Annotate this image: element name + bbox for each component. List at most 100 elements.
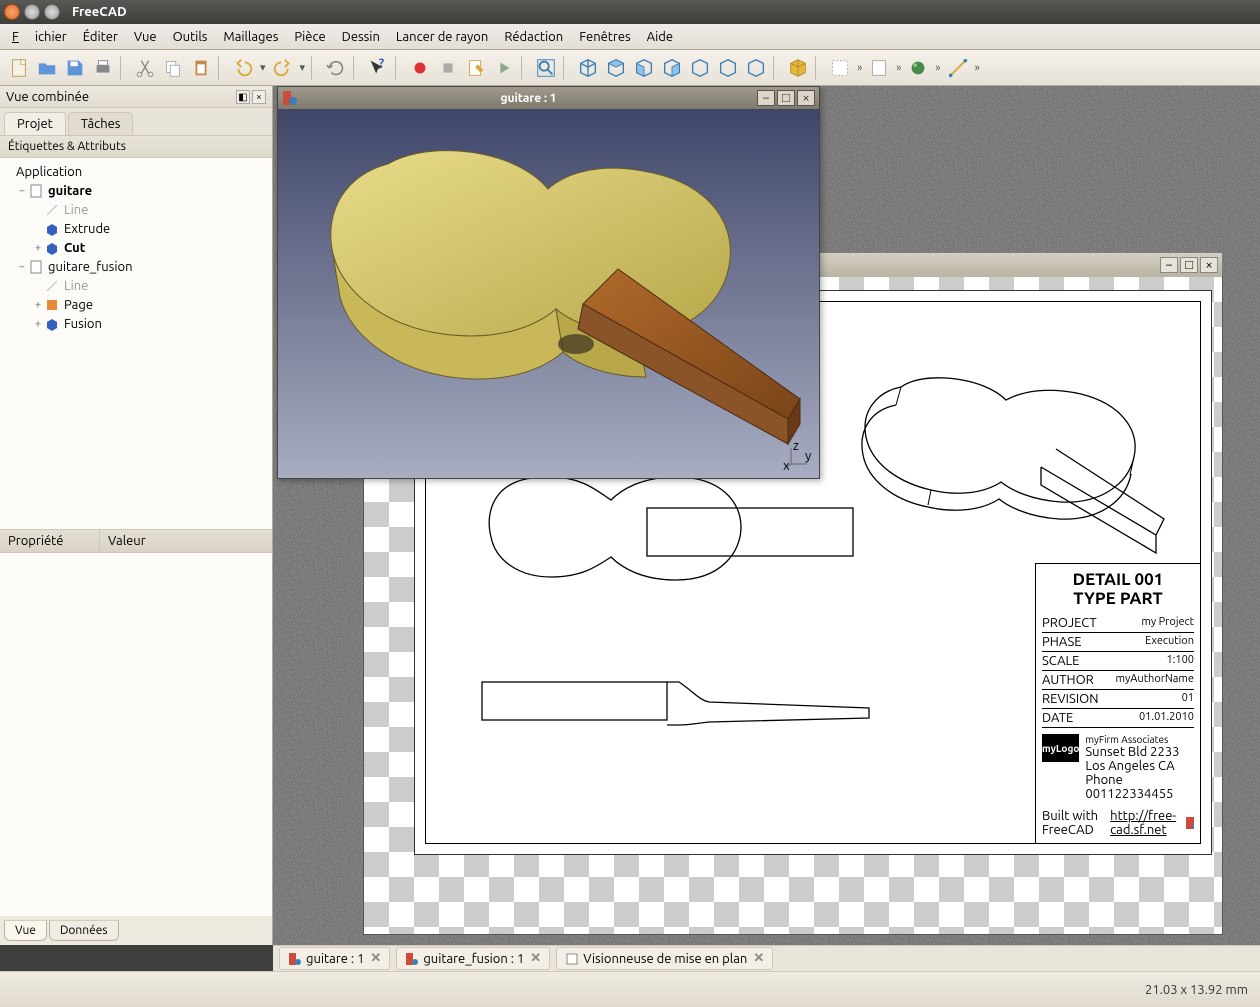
tree-item-cut[interactable]: +Cut xyxy=(0,238,272,257)
subwindow-maximize-button[interactable]: □ xyxy=(1180,257,1198,273)
draft-page-button[interactable] xyxy=(866,55,892,81)
tab-project[interactable]: Projet xyxy=(4,112,66,135)
overflow-3-icon[interactable]: » xyxy=(933,62,942,74)
property-col-value: Valeur xyxy=(100,530,154,552)
titleblock-detail: DETAIL 001 xyxy=(1042,570,1194,589)
open-button[interactable] xyxy=(34,55,60,81)
property-col-name: Propriété xyxy=(0,530,100,552)
view-left-button[interactable] xyxy=(743,55,769,81)
undo-button[interactable] xyxy=(230,55,256,81)
freecad-icon xyxy=(1185,816,1194,830)
subwindow-close-button[interactable]: × xyxy=(1200,257,1218,273)
macro-play-button[interactable] xyxy=(491,55,517,81)
tree-doc-guitare-fusion[interactable]: −guitare_fusion xyxy=(0,257,272,276)
refresh-button[interactable] xyxy=(323,55,349,81)
window-titlebar: FreeCAD xyxy=(0,0,1260,24)
view-axo-button[interactable] xyxy=(575,55,601,81)
overflow-1-icon[interactable]: » xyxy=(855,62,864,74)
window-close-button[interactable] xyxy=(4,4,20,20)
print-button[interactable] xyxy=(90,55,116,81)
cut-button[interactable] xyxy=(132,55,158,81)
tab-tasks[interactable]: Tâches xyxy=(68,112,134,135)
menu-view[interactable]: Vue xyxy=(126,26,165,48)
tree-item-fusion[interactable]: +Fusion xyxy=(0,314,272,333)
svg-text:x: x xyxy=(783,459,790,470)
window-maximize-button[interactable] xyxy=(44,4,60,20)
tree-item-line[interactable]: Line xyxy=(0,200,272,219)
tab-data[interactable]: Données xyxy=(49,920,119,941)
doc-tab-guitare-fusion[interactable]: guitare_fusion : 1 ✕ xyxy=(396,947,550,970)
render-button[interactable] xyxy=(905,55,931,81)
menu-draft[interactable]: Rédaction xyxy=(496,26,571,48)
draft-placeholder-button[interactable] xyxy=(827,55,853,81)
view-front-button[interactable] xyxy=(603,55,629,81)
property-header: Propriété Valeur xyxy=(0,529,272,553)
paste-button[interactable] xyxy=(188,55,214,81)
menu-help[interactable]: Aide xyxy=(639,26,681,48)
redo-button[interactable] xyxy=(270,55,296,81)
view-rear-button[interactable] xyxy=(687,55,713,81)
undo-dropdown-icon[interactable]: ▾ xyxy=(258,61,268,74)
titleblock-row-author: AUTHORmyAuthorName xyxy=(1042,671,1194,690)
tree-root[interactable]: Application xyxy=(0,162,272,181)
fit-view-button[interactable] xyxy=(533,55,559,81)
tree-item-line2[interactable]: Line xyxy=(0,276,272,295)
tree-item-extrude[interactable]: Extrude xyxy=(0,219,272,238)
save-button[interactable] xyxy=(62,55,88,81)
tab-close-icon[interactable]: ✕ xyxy=(370,951,381,966)
copy-button[interactable] xyxy=(160,55,186,81)
menu-mesh[interactable]: Maillages xyxy=(215,26,286,48)
page-icon xyxy=(565,952,579,966)
3d-view-window[interactable]: guitare : 1 − □ × xyxy=(277,86,820,479)
titleblock-firm-info: myFirm Associates Sunset Bld 2233 Los An… xyxy=(1085,734,1194,801)
titleblock-logo: myLogo xyxy=(1042,734,1079,762)
part-box-button[interactable] xyxy=(785,55,811,81)
new-document-button[interactable] xyxy=(6,55,32,81)
panel-float-button[interactable]: ◧ xyxy=(236,90,250,104)
whats-this-button[interactable]: ? xyxy=(365,55,391,81)
menu-tools[interactable]: Outils xyxy=(165,26,216,48)
subwindow-close-button[interactable]: × xyxy=(797,90,815,106)
draft-line-button[interactable] xyxy=(945,55,971,81)
expander-icon[interactable]: + xyxy=(32,318,44,330)
tab-close-icon[interactable]: ✕ xyxy=(753,951,764,966)
view-bottom-button[interactable] xyxy=(715,55,741,81)
menu-ray[interactable]: Lancer de rayon xyxy=(388,26,496,48)
expander-icon[interactable]: − xyxy=(16,185,28,197)
doc-tab-guitare[interactable]: guitare : 1 ✕ xyxy=(279,947,390,970)
expander-icon[interactable]: + xyxy=(32,299,44,311)
expander-icon[interactable]: + xyxy=(32,242,44,254)
panel-close-button[interactable]: × xyxy=(252,90,266,104)
view-top-button[interactable] xyxy=(631,55,657,81)
expander-icon[interactable]: − xyxy=(16,261,28,273)
macro-stop-button[interactable] xyxy=(435,55,461,81)
menu-file[interactable]: Fichier xyxy=(4,26,75,48)
tree-item-page[interactable]: +Page xyxy=(0,295,272,314)
menu-drawing[interactable]: Dessin xyxy=(334,26,388,48)
titleblock-row-phase: PHASEExecution xyxy=(1042,633,1194,652)
macro-edit-button[interactable] xyxy=(463,55,489,81)
overflow-4-icon[interactable]: » xyxy=(973,62,982,74)
subwindow-minimize-button[interactable]: − xyxy=(1160,257,1178,273)
menu-windows[interactable]: Fenêtres xyxy=(571,26,638,48)
subwindow-minimize-button[interactable]: − xyxy=(757,90,775,106)
macro-record-button[interactable] xyxy=(407,55,433,81)
menu-part[interactable]: Pièce xyxy=(286,26,333,48)
doc-tab-drawing-viewer[interactable]: Visionneuse de mise en plan ✕ xyxy=(556,947,773,970)
tab-close-icon[interactable]: ✕ xyxy=(530,951,541,966)
redo-dropdown-icon[interactable]: ▾ xyxy=(298,61,308,74)
view-right-button[interactable] xyxy=(659,55,685,81)
3d-window-titlebar[interactable]: guitare : 1 − □ × xyxy=(278,87,819,109)
svg-text:z: z xyxy=(793,442,799,453)
tab-view[interactable]: Vue xyxy=(4,920,47,941)
3d-viewport[interactable]: zyx xyxy=(278,109,819,478)
drawing-titleblock: DETAIL 001 TYPE PART PROJECTmy Project P… xyxy=(1035,563,1200,843)
window-minimize-button[interactable] xyxy=(24,4,40,20)
model-tree[interactable]: Application −guitare Line Extrude +Cut −… xyxy=(0,158,272,529)
tree-doc-guitare[interactable]: −guitare xyxy=(0,181,272,200)
property-panel[interactable] xyxy=(0,553,272,916)
menu-edit[interactable]: Éditer xyxy=(75,26,126,48)
subwindow-maximize-button[interactable]: □ xyxy=(777,90,795,106)
app-title: FreeCAD xyxy=(72,5,127,19)
overflow-2-icon[interactable]: » xyxy=(894,62,903,74)
